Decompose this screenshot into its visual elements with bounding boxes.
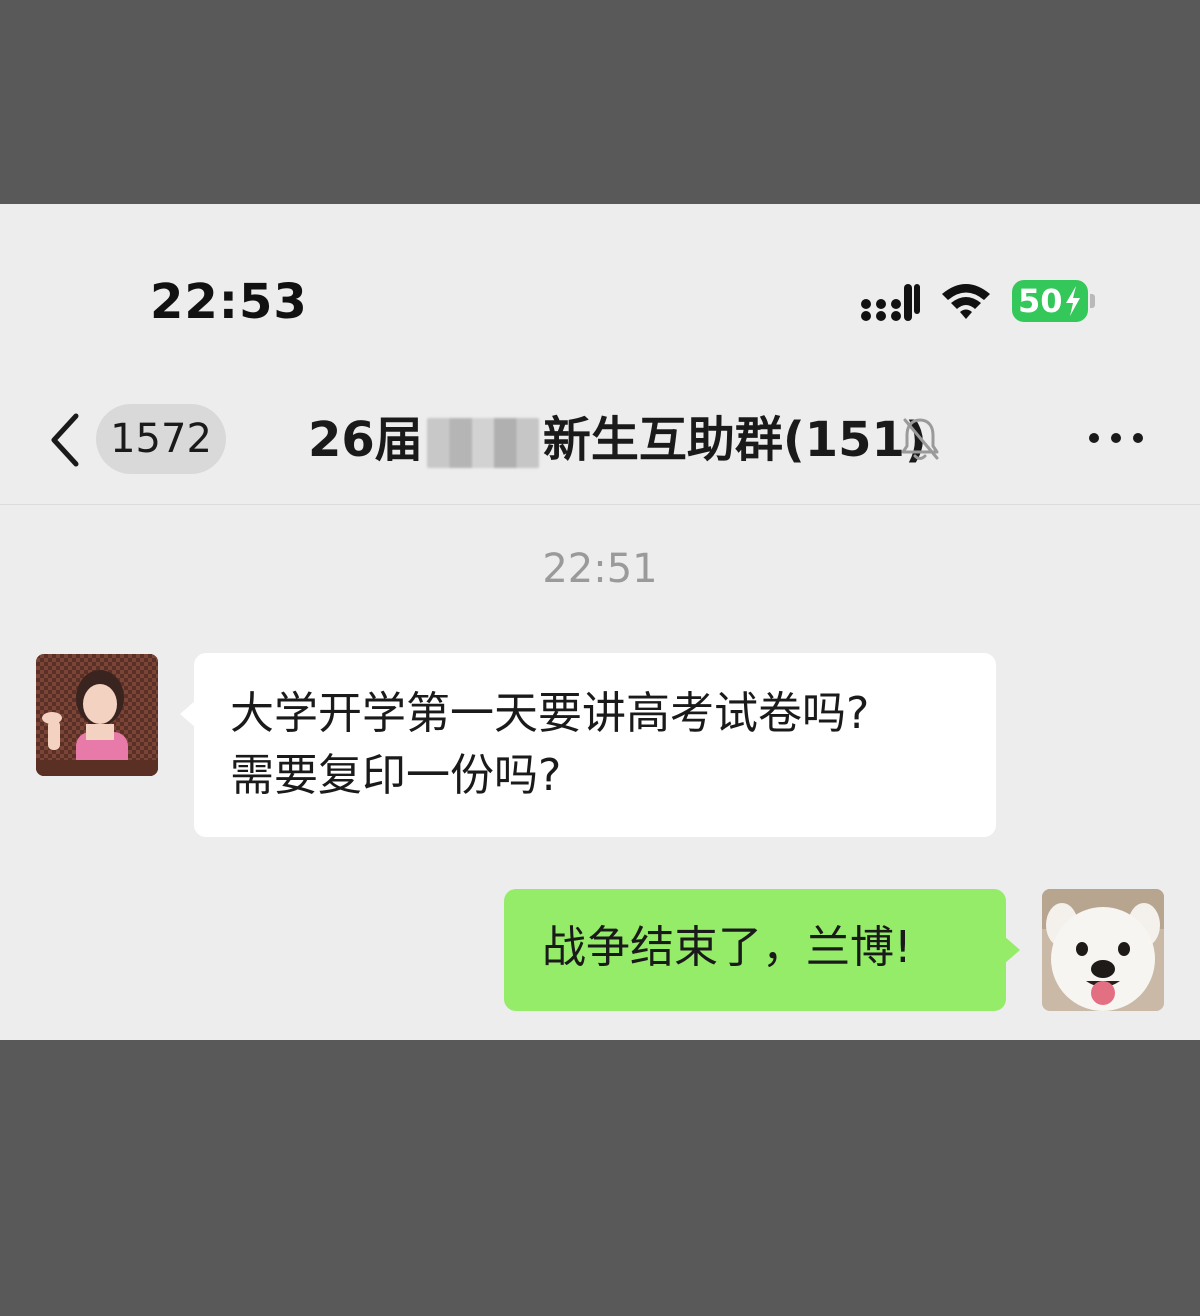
more-icon[interactable] bbox=[1086, 426, 1146, 450]
chat-title[interactable]: 26届 新生互助群(151) bbox=[308, 408, 927, 472]
battery-cap bbox=[1090, 294, 1095, 308]
unread-count-badge[interactable]: 1572 bbox=[96, 404, 226, 474]
redacted-mosaic bbox=[426, 418, 539, 468]
incoming-message-bubble[interactable]: 大学开学第一天要讲高考试卷吗? 需要复印一份吗? bbox=[194, 653, 996, 837]
my-avatar-image bbox=[1042, 889, 1164, 1011]
incoming-message-line1: 大学开学第一天要讲高考试卷吗? bbox=[230, 688, 870, 739]
sender-avatar-image bbox=[36, 654, 158, 776]
charging-bolt-icon bbox=[1066, 286, 1080, 316]
status-time: 22:53 bbox=[150, 274, 308, 330]
message-timestamp: 22:51 bbox=[542, 546, 658, 592]
incoming-message-text: 大学开学第一天要讲高考试卷吗? 需要复印一份吗? bbox=[230, 683, 970, 807]
chat-title-prefix: 26届 bbox=[308, 412, 423, 468]
wifi-icon bbox=[942, 284, 990, 319]
bell-muted-icon bbox=[901, 418, 939, 460]
outgoing-message-bubble[interactable]: 战争结束了，兰博! bbox=[504, 889, 1006, 1011]
outgoing-bubble-tail bbox=[1004, 936, 1020, 964]
outgoing-message-text: 战争结束了，兰博! bbox=[542, 922, 912, 973]
battery-icon: 50 bbox=[1012, 280, 1096, 322]
nav-divider bbox=[0, 504, 1200, 505]
signal-icon bbox=[861, 284, 920, 321]
back-icon[interactable] bbox=[46, 412, 82, 468]
my-avatar[interactable] bbox=[1042, 889, 1164, 1011]
incoming-message-line2: 需要复印一份吗? bbox=[230, 750, 562, 801]
phone-screen: 22:53 50 1572 26届 新生互助群(151) 22:51 大学开学第… bbox=[0, 204, 1200, 1040]
chat-title-suffix: 新生互助群(151) bbox=[542, 412, 927, 468]
battery-level: 50 bbox=[1018, 282, 1063, 320]
sender-avatar[interactable] bbox=[36, 654, 158, 776]
letterbox-frame: 22:53 50 1572 26届 新生互助群(151) 22:51 大学开学第… bbox=[0, 0, 1200, 1316]
